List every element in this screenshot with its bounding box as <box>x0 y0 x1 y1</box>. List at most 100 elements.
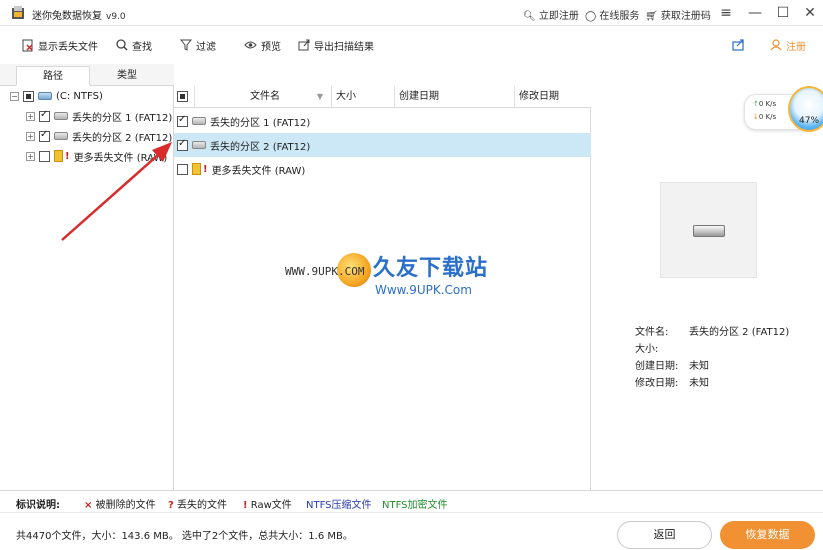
file-row-label: 丢失的分区 2 (FAT12) <box>210 141 311 153</box>
raw-folder-icon <box>54 150 63 162</box>
filter-button[interactable]: 过滤 <box>180 37 216 53</box>
info-filename-label: 文件名: <box>635 327 669 338</box>
info-created: 创建日期: 未知 <box>635 357 709 372</box>
toolbar: 显示丢失文件 查找 过滤 预览 导出扫描结果 注册 <box>0 26 823 64</box>
raw-marker-icon: ! <box>243 500 248 511</box>
column-modified[interactable]: 修改日期 <box>515 86 591 108</box>
drive-icon <box>192 117 206 125</box>
minimize-icon[interactable]: — <box>744 3 766 23</box>
lost-marker-icon: ? <box>168 500 174 511</box>
root-checkbox[interactable] <box>23 90 34 102</box>
file-row-checkbox[interactable] <box>177 163 188 175</box>
raw-flag-icon: ! <box>65 150 70 162</box>
find-button[interactable]: 查找 <box>116 37 152 53</box>
watermark: WWW.9UPK.COM 久友下载站 Www.9UPK.Com <box>285 247 525 307</box>
register-button[interactable]: 注册 <box>770 37 806 53</box>
eye-icon <box>244 41 257 49</box>
filter-icon <box>180 39 192 51</box>
drive-icon <box>54 132 68 140</box>
expand-icon[interactable]: + <box>26 151 35 161</box>
drive-icon <box>192 141 206 149</box>
collapse-icon[interactable]: − <box>10 91 19 101</box>
legend-lost: ? 丢失的文件 <box>168 500 227 511</box>
show-lost-files-button[interactable]: 显示丢失文件 <box>22 37 98 53</box>
legend-ntfs-compressed: NTFS压缩文件 <box>306 500 372 511</box>
select-all-column[interactable] <box>174 86 195 108</box>
download-speed: ↓0 K/s <box>753 113 777 121</box>
online-service-link[interactable]: ◯ 在线服务 <box>585 7 639 22</box>
register-now-link[interactable]: 🔍︎ 立即注册 <box>523 7 579 22</box>
hard-drive-icon <box>693 225 725 237</box>
info-created-label: 创建日期: <box>635 361 679 372</box>
legend-title: 标识说明: <box>16 500 60 511</box>
watermark-url-small: WWW.9UPK.COM <box>285 265 365 278</box>
info-modified-label: 修改日期: <box>635 378 679 389</box>
info-modified-value: 未知 <box>689 378 709 389</box>
find-label: 查找 <box>132 41 152 53</box>
raw-flag-icon: ! <box>203 163 208 175</box>
column-filename[interactable]: 文件名 ▼ <box>195 86 332 108</box>
partition-1-checkbox[interactable] <box>39 109 50 122</box>
user-icon <box>770 39 782 51</box>
info-filename-value: 丢失的分区 2 (FAT12) <box>689 327 790 338</box>
export-results-button[interactable]: 导出扫描结果 <box>298 37 374 53</box>
watermark-url: Www.9UPK.Com <box>375 283 472 297</box>
partition-2-checkbox[interactable] <box>39 129 50 142</box>
file-list-header: 文件名 ▼ 大小 创建日期 修改日期 <box>174 86 591 108</box>
info-filename: 文件名: 丢失的分区 2 (FAT12) <box>635 323 789 338</box>
document-x-icon <box>22 39 33 51</box>
app-title: 迷你兔数据恢复 v9.0 <box>32 11 126 22</box>
share-button[interactable] <box>732 37 745 53</box>
recover-data-button[interactable]: 恢复数据 <box>720 521 815 549</box>
file-row-checkbox[interactable] <box>177 138 188 151</box>
share-icon <box>732 39 744 51</box>
upload-speed: ↑0 K/s <box>753 100 777 108</box>
tree-item-label: 更多丢失文件 (RAW) <box>73 152 168 164</box>
raw-folder-icon <box>192 163 201 175</box>
deleted-marker-icon: × <box>84 500 93 511</box>
column-created[interactable]: 创建日期 <box>395 86 515 108</box>
register-label: 注册 <box>786 41 806 53</box>
tab-path[interactable]: 路径 <box>16 66 90 86</box>
legend-bar: 标识说明: × 被删除的文件 ? 丢失的文件 ! Raw文件 NTFS压缩文件 … <box>0 490 823 512</box>
tree-item-label: 丢失的分区 2 (FAT12) <box>72 132 173 144</box>
preview-panel: 文件名: 丢失的分区 2 (FAT12) 大小: 创建日期: 未知 修改日期: 未知 <box>592 86 823 490</box>
headset-icon: ◯ <box>585 11 597 22</box>
watermark-title: 久友下载站 <box>373 256 489 281</box>
select-all-checkbox[interactable] <box>177 91 188 102</box>
file-row-raw[interactable]: ! 更多丢失文件 (RAW) <box>174 157 591 181</box>
info-created-value: 未知 <box>689 361 709 372</box>
app-logo-icon <box>12 6 24 19</box>
status-summary: 共4470个文件，大小：143.6 MB。 选中了2个文件，总共大小：1.6 M… <box>16 531 353 542</box>
file-row-label: 更多丢失文件 (RAW) <box>211 165 306 177</box>
column-size[interactable]: 大小 <box>332 86 395 108</box>
app-version: v9.0 <box>106 12 126 22</box>
gauge-percent: 47% <box>799 116 820 126</box>
tree-root[interactable]: − (C: NTFS) <box>0 86 174 106</box>
tree-item-partition-2[interactable]: + 丢失的分区 2 (FAT12) <box>0 126 174 146</box>
close-icon[interactable]: ✕ <box>799 3 821 23</box>
get-code-link[interactable]: 🛒︎ 获取注册码 <box>645 7 711 22</box>
expand-icon[interactable]: + <box>26 111 35 121</box>
menu-icon[interactable]: ≡ <box>715 3 737 23</box>
tab-type[interactable]: 类型 <box>90 66 164 86</box>
info-size: 大小: <box>635 340 689 355</box>
preview-label: 预览 <box>261 41 281 53</box>
legend-ntfs-encrypted: NTFS加密文件 <box>382 500 448 511</box>
drive-icon <box>54 112 68 120</box>
tree-item-partition-1[interactable]: + 丢失的分区 1 (FAT12) <box>0 106 174 126</box>
view-tabs: 路径 类型 <box>0 64 174 86</box>
column-filename-label: 文件名 <box>250 91 280 102</box>
file-row-partition-1[interactable]: 丢失的分区 1 (FAT12) <box>174 109 591 133</box>
expand-icon[interactable]: + <box>26 131 35 141</box>
file-row-partition-2[interactable]: 丢失的分区 2 (FAT12) <box>174 133 591 157</box>
back-button[interactable]: 返回 <box>617 521 712 549</box>
preview-button[interactable]: 预览 <box>244 37 281 53</box>
maximize-icon[interactable]: ☐ <box>772 3 794 23</box>
tree-item-raw[interactable]: + ! 更多丢失文件 (RAW) <box>0 146 174 166</box>
sort-icon: ▼ <box>316 92 323 101</box>
directory-tree: − (C: NTFS) + 丢失的分区 1 (FAT12) + 丢失的分区 2 … <box>0 86 174 490</box>
tree-item-label: 丢失的分区 1 (FAT12) <box>72 112 173 124</box>
raw-checkbox[interactable] <box>39 150 50 162</box>
file-row-checkbox[interactable] <box>177 114 188 127</box>
